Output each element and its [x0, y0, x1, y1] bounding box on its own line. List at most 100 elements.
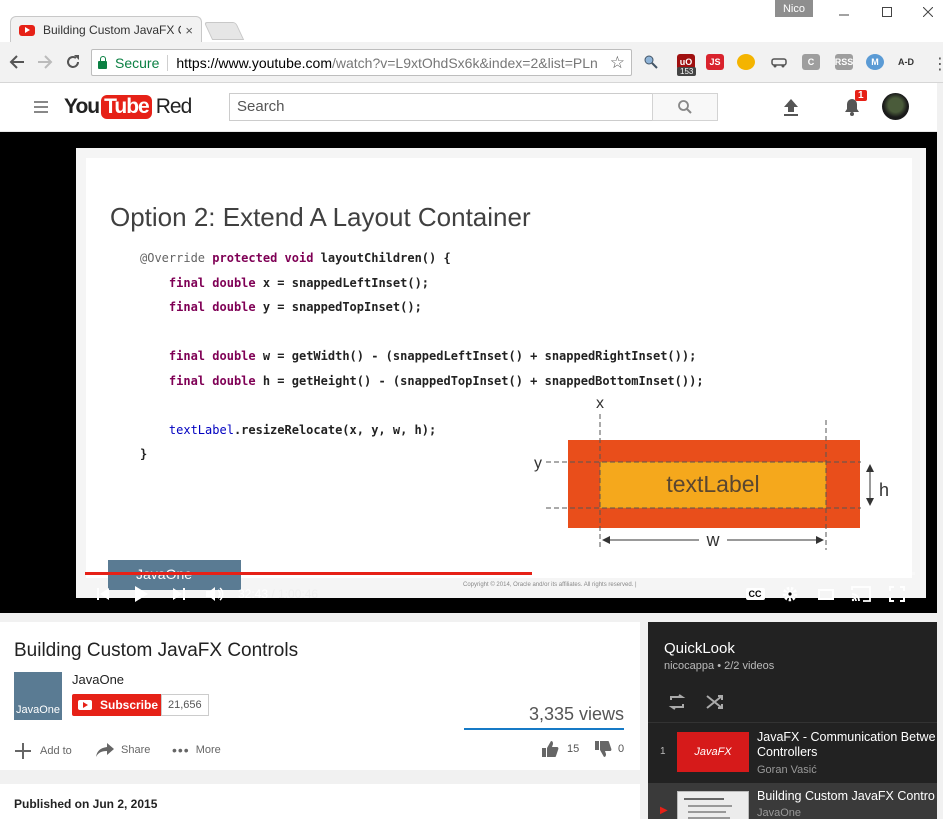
lock-icon: [98, 55, 107, 69]
more-dots-icon: •••: [172, 742, 190, 758]
duration: / 1:00:46: [271, 587, 319, 601]
back-arrow-icon[interactable]: [6, 51, 28, 73]
diagram-axis-x: x: [596, 395, 604, 412]
volume-icon[interactable]: [204, 584, 226, 604]
url-host: https://www.youtube.com: [176, 54, 332, 71]
code-line: final double w = getWidth() - (snappedLe…: [168, 349, 697, 363]
youtube-mini-icon: [78, 700, 92, 710]
plus-icon: [15, 743, 31, 759]
forward-arrow-icon[interactable]: [34, 51, 56, 73]
dislike-count: 0: [618, 743, 625, 755]
browser-menu-icon[interactable]: ⋮: [932, 54, 943, 74]
dislike-button[interactable]: 0: [594, 740, 624, 758]
guide-menu-icon[interactable]: [34, 101, 48, 116]
more-label: More: [195, 744, 221, 756]
tab-title: Building Custom JavaFX C: [43, 23, 182, 37]
account-avatar[interactable]: [882, 93, 909, 120]
minimize-icon[interactable]: [834, 2, 854, 22]
more-button[interactable]: ••• More: [172, 742, 221, 758]
search-input[interactable]: Search: [229, 93, 653, 121]
extension-red-icon[interactable]: JS: [706, 54, 724, 70]
video-player[interactable]: Option 2: Extend A Layout Container @Ove…: [0, 132, 943, 613]
upload-icon[interactable]: [782, 97, 800, 117]
extension-rss-icon[interactable]: RSS: [835, 54, 853, 70]
subscriber-count: 21,656: [161, 694, 209, 716]
thumbs-up-icon: [542, 741, 559, 757]
playlist-item-current[interactable]: ▶ Building Custom JavaFX Contro JavaOne: [648, 783, 943, 819]
logo-red: Red: [155, 95, 193, 118]
playlist-item[interactable]: 1 JavaFX JavaFX - Communication Betwe Co…: [648, 724, 943, 782]
share-button[interactable]: Share: [95, 742, 150, 758]
like-button[interactable]: 15: [541, 740, 579, 758]
diagram-axis-y: y: [534, 455, 542, 472]
cast-icon[interactable]: [850, 584, 872, 604]
channel-avatar[interactable]: JavaOne: [14, 672, 62, 720]
tab-close-icon[interactable]: ×: [185, 23, 193, 38]
progress-played: [85, 572, 533, 575]
loop-icon[interactable]: [668, 694, 686, 715]
extension-car-icon[interactable]: [770, 54, 788, 70]
address-separator: [167, 54, 169, 71]
playlist-item-title: Building Custom JavaFX Contro: [757, 789, 935, 803]
add-to-button[interactable]: Add to: [14, 742, 72, 760]
maximize-icon[interactable]: [877, 2, 897, 22]
slide-frame: Option 2: Extend A Layout Container @Ove…: [76, 148, 926, 598]
extension-m-icon[interactable]: M: [866, 54, 884, 70]
play-icon[interactable]: [130, 584, 152, 604]
slide-title: Option 2: Extend A Layout Container: [110, 202, 531, 232]
channel-name[interactable]: JavaOne: [72, 672, 124, 687]
subscribe-label: Subscribe: [100, 698, 159, 712]
secure-label: Secure: [115, 54, 160, 71]
bookmark-star-icon[interactable]: ☆: [606, 53, 625, 73]
extension-c-icon[interactable]: C: [802, 54, 820, 70]
like-ratio-bar: [464, 728, 624, 730]
youtube-red-logo[interactable]: You Tube Red: [64, 95, 193, 119]
playlist-item-channel: Goran Vasić: [757, 764, 817, 776]
playlist-item-title: JavaFX - Communication Betwe Controllers: [757, 730, 936, 759]
playlist-divider: [648, 722, 943, 723]
extension-basket-icon[interactable]: [737, 54, 755, 70]
code-line: final double x = snappedLeftInset();: [168, 275, 430, 290]
reload-icon[interactable]: [62, 51, 84, 73]
logo-tube: Tube: [101, 95, 152, 119]
settings-gear-icon[interactable]: [780, 584, 800, 604]
video-info-panel: Building Custom JavaFX Controls JavaOne …: [0, 622, 640, 770]
previous-icon[interactable]: [94, 584, 112, 604]
youtube-masthead: You Tube Red Search 1: [0, 83, 943, 132]
diagram-axis-w: w: [706, 530, 721, 550]
theater-mode-icon[interactable]: [816, 584, 836, 604]
address-bar[interactable]: Secure https://www.youtube.com/watch?v=L…: [91, 49, 632, 76]
browser-tab[interactable]: Building Custom JavaFX C ×: [10, 16, 202, 43]
playlist-item-index: 1: [660, 746, 666, 757]
logo-you: You: [64, 95, 100, 118]
video-title: Building Custom JavaFX Controls: [14, 640, 299, 661]
browser-tab-strip: Building Custom JavaFX C × Nico: [0, 0, 943, 43]
code-line: final double y = snappedTopInset();: [168, 300, 422, 314]
shuffle-icon[interactable]: [706, 694, 724, 715]
current-time: 32:43: [238, 587, 269, 601]
page-scrollbar[interactable]: [937, 83, 943, 819]
layout-diagram: textLabel x y w: [534, 395, 874, 550]
search-button[interactable]: [652, 93, 718, 121]
time-display: 32:43 / 1:00:46: [238, 587, 318, 601]
extension-magnifier-icon[interactable]: [642, 54, 660, 70]
playlist-title[interactable]: QuickLook: [664, 640, 735, 657]
youtube-favicon-icon: [19, 24, 35, 36]
share-icon: [96, 743, 114, 757]
fullscreen-icon[interactable]: [886, 584, 908, 604]
new-tab-button[interactable]: [203, 22, 245, 40]
thumbs-down-icon: [595, 741, 612, 757]
url-path: /watch?v=L9xtOhdSx6k&index=2&list=PLn: [332, 54, 598, 71]
profile-button[interactable]: Nico: [775, 0, 813, 17]
captions-button[interactable]: CC: [743, 584, 767, 604]
subscribe-button[interactable]: Subscribe: [72, 694, 167, 716]
close-window-icon[interactable]: [918, 2, 938, 22]
add-to-label: Add to: [40, 745, 72, 757]
progress-bar[interactable]: [85, 572, 915, 575]
extension-ad-icon[interactable]: A-D: [897, 54, 915, 70]
playlist-item-thumbnail: JavaFX: [677, 732, 749, 772]
next-icon[interactable]: [170, 584, 188, 604]
published-date: Published on Jun 2, 2015: [14, 797, 158, 811]
playlist-item-channel: JavaOne: [757, 807, 802, 819]
